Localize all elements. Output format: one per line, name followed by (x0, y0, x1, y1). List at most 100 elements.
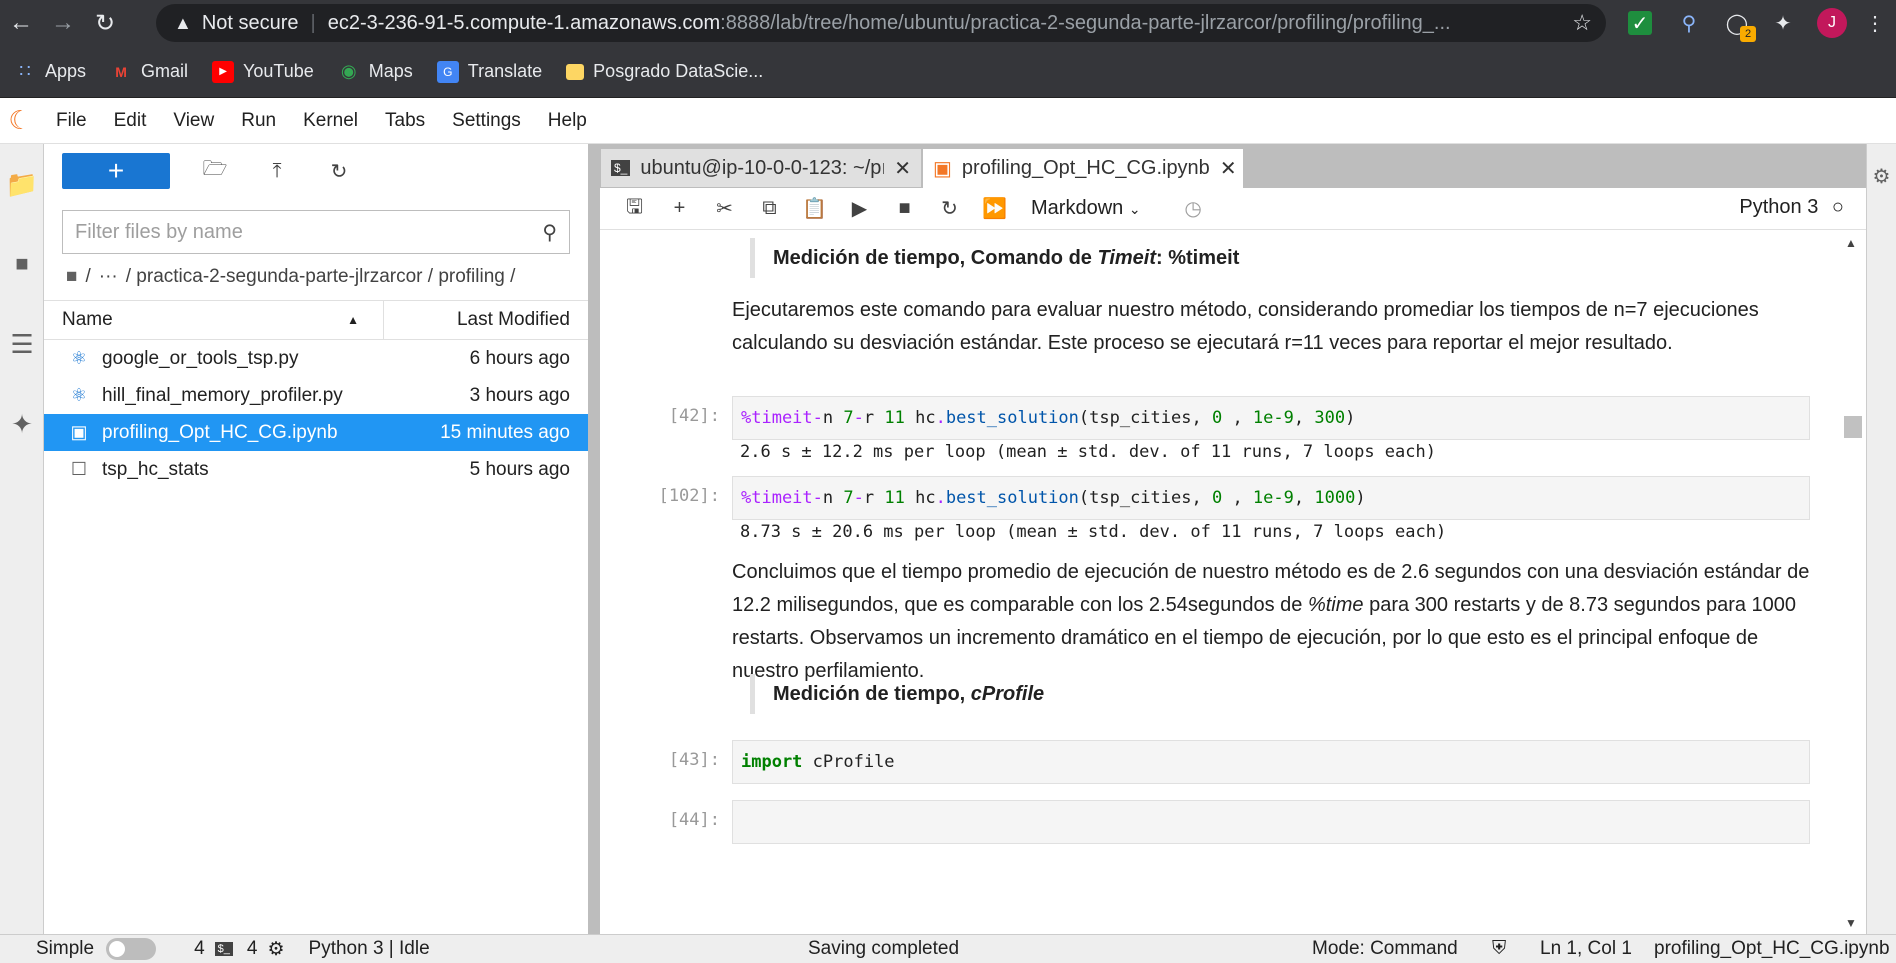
file-row-selected[interactable]: ▣ profiling_Opt_HC_CG.ipynb 15 minutes a… (44, 414, 588, 451)
breadcrumb-ellipsis[interactable]: ··· (99, 266, 118, 288)
table-of-contents-icon[interactable]: ☰ (0, 304, 44, 384)
markdown-paragraph-2[interactable]: Concluimos que el tiempo promedio de eje… (732, 556, 1812, 688)
bookmark-maps[interactable]: ◉ Maps (338, 61, 413, 83)
markdown-heading-cprofile[interactable]: Medición de tiempo, cProfile (750, 674, 1044, 714)
kernel-status[interactable]: Python 3 | Idle (309, 938, 430, 960)
file-row[interactable]: ⚛ hill_final_memory_profiler.py 3 hours … (44, 377, 588, 414)
code-cell-timeit-1000[interactable]: %timeit -n 7 -r 11 hc. best_solution (tsp_… (732, 476, 1810, 520)
notebook-scrollbar[interactable]: ▲ ▼ (1836, 230, 1866, 934)
cursor-position[interactable]: Ln 1, Col 1 (1540, 938, 1632, 960)
add-cell-icon[interactable]: + (657, 197, 702, 220)
save-icon[interactable]: 🖫 (612, 192, 657, 226)
menu-help[interactable]: Help (548, 110, 587, 132)
notebook-icon: ▣ (933, 158, 952, 180)
filter-files-input[interactable]: Filter files by name ⚲ (62, 210, 570, 254)
bookmark-posgrado[interactable]: Posgrado DataScie... (566, 61, 763, 82)
close-icon[interactable]: ✕ (894, 156, 911, 181)
simple-mode-toggle[interactable] (106, 938, 157, 960)
profile-avatar[interactable]: J (1817, 8, 1847, 38)
scroll-up-icon[interactable]: ▲ (1836, 236, 1866, 250)
scroll-down-icon[interactable]: ▼ (1836, 916, 1866, 930)
extension-badge: 2 (1740, 26, 1756, 42)
left-sidebar: 📁 ⏹ ☰ ✦ (0, 144, 44, 934)
cell-prompt: [43]: (668, 750, 720, 770)
column-name[interactable]: Name ▲ (44, 300, 384, 340)
copy-icon[interactable]: ⧉ (747, 197, 792, 220)
new-folder-icon[interactable]: 🗁 (198, 154, 232, 188)
bookmark-apps[interactable]: ∷ Apps (14, 61, 86, 83)
menu-kernel[interactable]: Kernel (303, 110, 358, 132)
clock-icon[interactable]: ◷ (1171, 196, 1216, 221)
bookmark-youtube[interactable]: ▶ YouTube (212, 60, 314, 83)
bookmark-label: Gmail (141, 61, 189, 81)
cell-prompt: [42]: (668, 406, 720, 426)
reload-icon[interactable]: ↻ (84, 0, 126, 46)
kernel-count: 4 (194, 938, 205, 959)
tab-label: profiling_Opt_HC_CG.ipynb (961, 157, 1210, 179)
upload-icon[interactable]: ⤒ (260, 154, 294, 188)
extension-manager-icon[interactable]: ✦ (0, 384, 44, 464)
maps-pin-icon: ◉ (340, 61, 357, 81)
forward-icon[interactable]: → (42, 0, 84, 46)
menu-tabs[interactable]: Tabs (385, 110, 425, 132)
markdown-heading-timeit[interactable]: Medición de tiempo, Comando de Timeit: %… (750, 238, 1239, 278)
cell-type-select[interactable]: Markdown ⌄ (1031, 197, 1141, 220)
extension-search-icon[interactable]: ⚲ (1674, 8, 1704, 38)
close-icon[interactable]: ✕ (1220, 156, 1237, 181)
menu-settings[interactable]: Settings (452, 110, 521, 132)
code-text: cProfile (802, 752, 895, 772)
url-separator: | (310, 11, 316, 34)
breadcrumb-root[interactable]: / (85, 266, 90, 288)
file-browser-toolbar: + 🗁 ⤒ ↻ (44, 144, 588, 198)
file-row[interactable]: ☐ tsp_hc_stats 5 hours ago (44, 451, 588, 488)
bookmark-star-icon[interactable]: ☆ (1572, 10, 1592, 36)
run-icon[interactable]: ▶ (837, 196, 882, 221)
restart-icon[interactable]: ↻ (927, 196, 972, 221)
bookmark-gmail[interactable]: M Gmail (110, 61, 188, 83)
bookmark-label: YouTube (243, 61, 314, 81)
file-name: profiling_Opt_HC_CG.ipynb (102, 421, 338, 443)
file-modified: 6 hours ago (469, 347, 570, 369)
file-modified: 3 hours ago (469, 384, 570, 406)
kernel-indicator[interactable]: Python 3 ○ (1739, 196, 1844, 219)
property-inspector-icon[interactable]: ⚙ (1867, 164, 1896, 189)
paste-icon[interactable]: 📋 (792, 196, 837, 221)
code-cell-partial[interactable] (732, 800, 1810, 844)
menu-kebab-icon[interactable]: ⋮ (1860, 8, 1890, 38)
code-cell-timeit-300[interactable]: %timeit -n 7 -r 11 hc. best_solution (tsp_… (732, 396, 1810, 440)
bookmark-label: Maps (368, 61, 413, 81)
cell-prompt: [44]: (668, 810, 720, 830)
markdown-paragraph-1[interactable]: Ejecutaremos este comando para evaluar n… (732, 294, 1812, 360)
cut-icon[interactable]: ✂ (702, 196, 747, 221)
mode-indicator: Mode: Command (1312, 938, 1458, 959)
tab-terminal[interactable]: $_ ubuntu@ip-10-0-0-123: ~/pı ✕ (600, 148, 922, 188)
bookmark-label: Apps (45, 61, 87, 81)
menu-edit[interactable]: Edit (114, 110, 147, 132)
file-row[interactable]: ⚛ google_or_tools_tsp.py 6 hours ago (44, 340, 588, 377)
tab-notebook[interactable]: ▣ profiling_Opt_HC_CG.ipynb ✕ (922, 148, 1244, 188)
menu-file[interactable]: File (56, 110, 87, 132)
running-sessions-icon[interactable]: ⏹ (0, 224, 44, 304)
fast-forward-icon[interactable]: ⏩ (972, 196, 1017, 221)
folder-icon[interactable]: 📁 (0, 144, 44, 224)
menu-view[interactable]: View (173, 110, 214, 132)
menu-run[interactable]: Run (241, 110, 276, 132)
folder-icon[interactable]: ■ (66, 266, 77, 288)
scroll-thumb[interactable] (1844, 416, 1862, 438)
new-launcher-button[interactable]: + (62, 153, 170, 189)
extension-circle-icon[interactable]: ◯ 2 (1722, 8, 1756, 42)
address-bar[interactable]: ▲ Not secure | ec2-3-236-91-5.compute-1.… (156, 4, 1606, 42)
terminal-icon: $_ (611, 160, 631, 176)
extensions-puzzle-icon[interactable]: ✦ (1768, 8, 1798, 38)
refresh-icon[interactable]: ↻ (322, 154, 356, 188)
column-last-modified[interactable]: Last Modified (384, 309, 588, 331)
back-icon[interactable]: ← (0, 0, 42, 46)
code-cell-import[interactable]: import cProfile (732, 740, 1810, 784)
heading-text: Medición de tiempo, Comando de (773, 246, 1098, 269)
bookmark-translate[interactable]: G Translate (436, 60, 542, 83)
check-extension-icon[interactable]: ✓ (1628, 11, 1652, 35)
breadcrumb-path[interactable]: / practica-2-segunda-parte-jlrzarcor / p… (126, 266, 516, 288)
shield-icon[interactable]: ⛨ (1492, 938, 1506, 960)
saving-status: Saving completed (808, 938, 960, 959)
stop-icon[interactable]: ■ (882, 197, 927, 220)
